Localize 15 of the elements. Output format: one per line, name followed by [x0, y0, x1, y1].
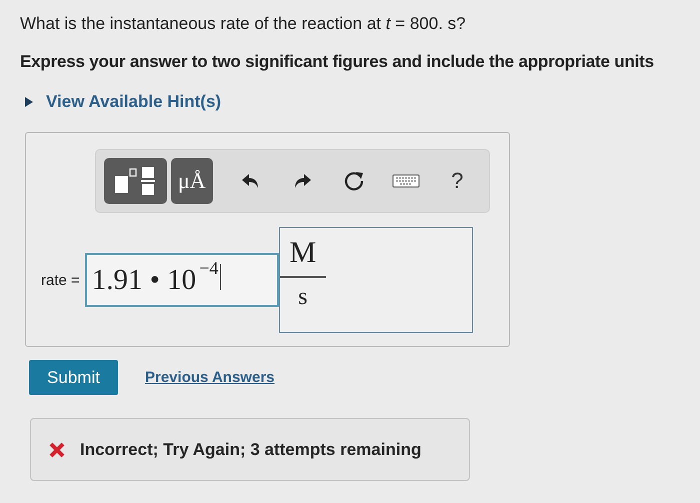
rate-label: rate =	[41, 272, 80, 288]
feedback-message: Incorrect; Try Again; 3 attempts remaining	[80, 440, 422, 460]
question-text: What is the instantaneous rate of the reaction at t = 800. s?	[20, 14, 467, 34]
unit-denominator: s	[298, 283, 308, 311]
answer-field[interactable]: 1.91 • 10$^{−4}$	[84, 253, 279, 307]
hint-link[interactable]: View Available Hint(s)	[46, 92, 222, 112]
units-field[interactable]: M s	[278, 227, 473, 333]
expand-triangle-icon[interactable]	[24, 96, 34, 108]
submit-button[interactable]: Submit	[29, 360, 118, 395]
previous-answers-link[interactable]: Previous Answers	[145, 369, 274, 386]
templates-button[interactable]	[104, 158, 167, 204]
units-button[interactable]: μÅ	[170, 158, 213, 204]
instruction-text: Express your answer to two significant figures and include the appropriate units	[20, 52, 655, 72]
unit-numerator: M	[280, 236, 326, 278]
help-button[interactable]: ?	[433, 164, 482, 198]
